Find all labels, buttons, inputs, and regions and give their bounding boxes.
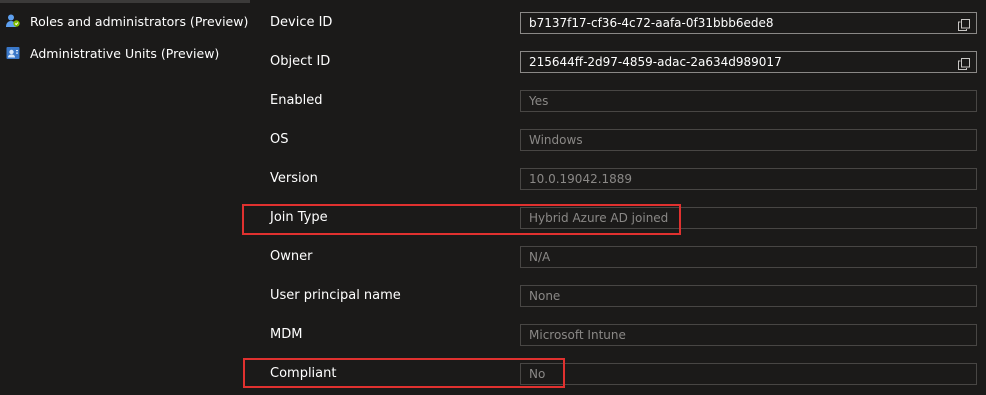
device-id-field[interactable]: b7137f17-cf36-4c72-aafa-0f31bbb6ede8 <box>520 12 977 34</box>
enabled-field: Yes <box>520 90 977 112</box>
sidebar-item-roles-and-administrators[interactable]: Roles and administrators (Preview) <box>5 10 248 32</box>
mdm-value: Microsoft Intune <box>529 328 626 342</box>
owner-field: N/A <box>520 246 977 268</box>
enabled-label: Enabled <box>270 93 323 108</box>
version-label: Version <box>270 171 318 186</box>
compliant-label: Compliant <box>270 366 337 381</box>
property-row-compliant: Compliant No <box>250 361 986 387</box>
property-row-object-id: Object ID 215644ff-2d97-4859-adac-2a634d… <box>250 49 986 75</box>
object-id-label: Object ID <box>270 54 331 69</box>
mdm-label: MDM <box>270 327 303 342</box>
os-value: Windows <box>529 133 583 147</box>
mdm-field: Microsoft Intune <box>520 324 977 346</box>
roles-admin-icon <box>5 13 21 29</box>
os-label: OS <box>270 132 289 147</box>
upn-field: None <box>520 285 977 307</box>
object-id-field[interactable]: 215644ff-2d97-4859-adac-2a634d989017 <box>520 51 977 73</box>
owner-value: N/A <box>529 250 551 264</box>
device-id-label: Device ID <box>270 15 333 30</box>
join-type-field: Hybrid Azure AD joined <box>520 207 977 229</box>
sidebar-item-label: Administrative Units (Preview) <box>30 45 220 61</box>
compliant-value: No <box>529 367 546 381</box>
object-id-value: 215644ff-2d97-4859-adac-2a634d989017 <box>529 55 782 69</box>
admin-units-icon <box>5 45 21 61</box>
os-field: Windows <box>520 129 977 151</box>
property-row-os: OS Windows <box>250 127 986 153</box>
copy-icon[interactable] <box>958 17 970 31</box>
upn-label: User principal name <box>270 288 401 303</box>
upn-value: None <box>529 289 561 303</box>
property-row-version: Version 10.0.19042.1889 <box>250 166 986 192</box>
sidebar-item-label: Roles and administrators (Preview) <box>30 13 249 29</box>
device-id-value: b7137f17-cf36-4c72-aafa-0f31bbb6ede8 <box>529 16 774 30</box>
property-row-device-id: Device ID b7137f17-cf36-4c72-aafa-0f31bb… <box>250 10 986 36</box>
device-properties-panel: Device ID b7137f17-cf36-4c72-aafa-0f31bb… <box>250 0 986 395</box>
property-row-enabled: Enabled Yes <box>250 88 986 114</box>
compliant-field: No <box>520 363 977 385</box>
join-type-label: Join Type <box>270 210 328 225</box>
owner-label: Owner <box>270 249 313 264</box>
property-row-mdm: MDM Microsoft Intune <box>250 322 986 348</box>
property-row-user-principal-name: User principal name None <box>250 283 986 309</box>
sidebar-item-administrative-units[interactable]: Administrative Units (Preview) <box>5 42 219 64</box>
copy-icon[interactable] <box>958 56 970 70</box>
sidebar: Roles and administrators (Preview) Admin… <box>0 0 250 395</box>
enabled-value: Yes <box>529 94 549 108</box>
property-row-owner: Owner N/A <box>250 244 986 270</box>
join-type-value: Hybrid Azure AD joined <box>529 211 669 225</box>
version-value: 10.0.19042.1889 <box>529 172 633 186</box>
version-field: 10.0.19042.1889 <box>520 168 977 190</box>
property-row-join-type: Join Type Hybrid Azure AD joined <box>250 205 986 231</box>
